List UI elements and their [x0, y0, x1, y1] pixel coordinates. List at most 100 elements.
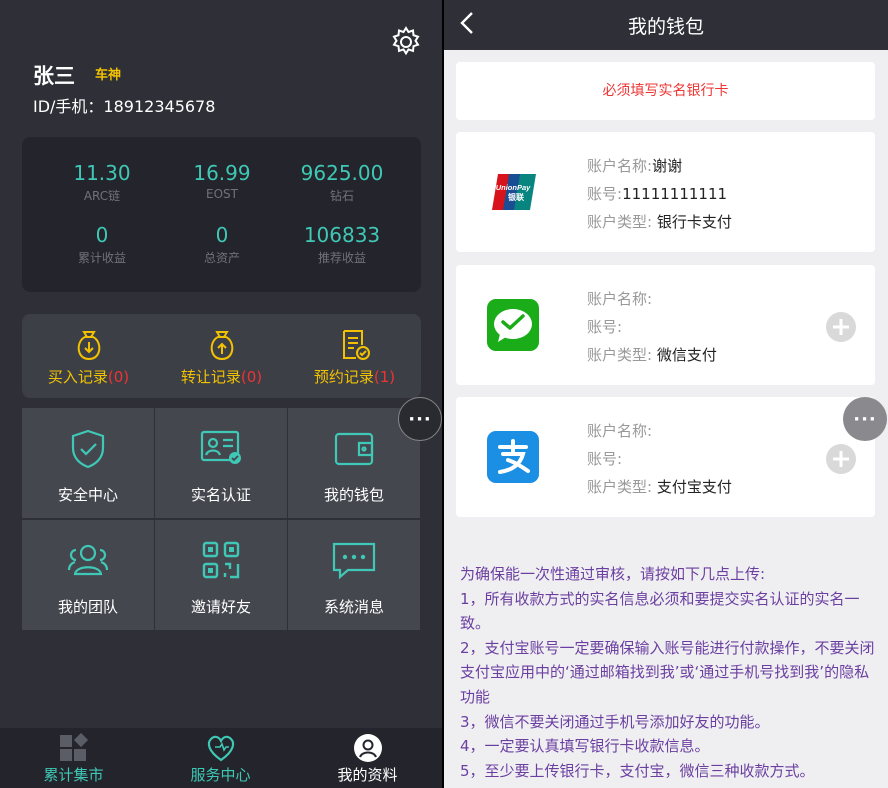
wechat-pay-logo: [487, 299, 539, 351]
stat-eost: 16.99 EOST: [162, 161, 282, 201]
stat-value: 9625.00: [300, 161, 384, 185]
svg-text:UnionPay: UnionPay: [496, 183, 531, 192]
transfer-records-button[interactable]: 转让记录(0): [155, 314, 288, 398]
instruction-line: 4，一定要认真填写银行卡收款信息。: [460, 737, 710, 756]
account-number-label: 账号:: [587, 318, 623, 336]
account-type-value: 支付宝支付: [656, 478, 732, 496]
bank-card-account[interactable]: UnionPay 银联 账户名称:谢谢 账号:11111111111 账户类型:…: [456, 132, 875, 252]
menu-label: 安全中心: [57, 486, 118, 504]
menu-label: 邀请好友: [190, 598, 251, 616]
wallet-header: 我的钱包: [444, 0, 888, 50]
stat-label: 累计收益: [77, 251, 126, 265]
alipay-account[interactable]: 账户名称: 账号: 账户类型: 支付宝支付: [456, 397, 875, 517]
user-name: 张三: [33, 64, 75, 88]
instruction-line: 3，微信不要关闭通过手机号添加好友的功能。: [460, 712, 770, 731]
account-number-label: 账号:: [587, 450, 623, 468]
wechat-pay-account[interactable]: 账户名称: 账号: 账户类型: 微信支付: [456, 265, 875, 385]
user-rank-badge: 车神: [95, 68, 122, 83]
stat-total-earnings: 0 累计收益: [42, 223, 162, 266]
add-icon[interactable]: [826, 312, 856, 342]
market-icon: [59, 733, 88, 761]
tab-service-center[interactable]: 服务中心: [147, 728, 294, 788]
profile-icon: [353, 734, 382, 762]
menu-system-messages[interactable]: 系统消息: [288, 520, 420, 630]
id-card-icon: [200, 430, 241, 464]
account-type-label: 账户类型:: [587, 213, 653, 231]
bottom-tab-bar: 累计集市 服务中心 我的资料: [0, 728, 442, 788]
menu-label: 我的团队: [57, 598, 118, 616]
menu-security-center[interactable]: 安全中心: [22, 408, 154, 518]
stat-value: 106833: [303, 223, 381, 247]
real-name-notice: 必须填写实名银行卡: [456, 62, 875, 120]
menu-label: 我的钱包: [323, 486, 384, 504]
money-bag-up-icon: [210, 331, 233, 361]
menu-my-team[interactable]: 我的团队: [22, 520, 154, 630]
record-count: (1): [373, 368, 396, 386]
menu-grid: 安全中心 实名认证 我的钱包 我的团队 邀请好友 系统消息: [22, 408, 421, 630]
team-icon: [67, 544, 109, 576]
stat-total-assets: 0 总资产: [162, 223, 282, 266]
more-dots-icon: ···: [408, 408, 432, 430]
reservation-records-button[interactable]: 预约记录(1): [288, 314, 421, 398]
more-dots-icon: ···: [853, 408, 877, 430]
stat-value: 0: [215, 223, 229, 247]
instruction-line: 为确保能一次性通过审核，请按如下几点上传:: [460, 565, 766, 583]
instruction-line: 5，至少要上传银行卡，支付宝，微信三种收款方式。: [460, 761, 815, 780]
menu-label: 系统消息: [323, 598, 384, 616]
stat-diamond: 9625.00 钻石: [282, 161, 402, 204]
gear-icon[interactable]: [389, 25, 423, 59]
account-number-value: 11111111111: [622, 185, 728, 203]
heart-icon: [207, 735, 234, 762]
user-id-phone: ID/手机：18912345678: [33, 97, 216, 116]
tab-my-profile[interactable]: 我的资料: [294, 728, 441, 788]
unionpay-logo: UnionPay 银联: [492, 174, 536, 210]
money-bag-down-icon: [77, 331, 100, 361]
record-count: (0): [107, 368, 130, 386]
stat-referral-earnings: 106833 推荐收益: [282, 223, 402, 266]
instruction-line: 2，支付宝账号一定要确保输入账号能进行付款操作，不要关闭支付宝应用中的‘通过邮箱…: [460, 638, 875, 706]
stat-label: ARC链: [83, 189, 121, 203]
stat-arc: 11.30 ARC链: [42, 161, 162, 204]
record-label: 买入记录: [47, 368, 108, 386]
stat-value: 11.30: [73, 161, 131, 185]
wallet-screen: 我的钱包 必须填写实名银行卡 UnionPay 银联 账户名称:谢谢 账号:11…: [444, 0, 888, 788]
page-title: 我的钱包: [627, 16, 704, 38]
upload-instructions: 为确保能一次性通过审核，请按如下几点上传: 1，所有收款方式的实名信息必须和要提…: [460, 562, 880, 783]
record-label: 转让记录: [180, 368, 241, 386]
menu-label: 实名认证: [190, 486, 251, 504]
account-name-label: 账户名称:: [587, 290, 653, 308]
chat-bubble-icon: [332, 542, 376, 580]
account-number-label: 账号:: [587, 185, 623, 203]
stats-panel: 11.30 ARC链 16.99 EOST 9625.00 钻石 0 累计收益 …: [22, 137, 421, 292]
instruction-line: 1，所有收款方式的实名信息必须和要提交实名认证的实名一致。: [460, 589, 860, 633]
shield-check-icon: [71, 429, 105, 469]
account-type-label: 账户类型:: [587, 478, 653, 496]
tab-label: 累计集市: [43, 766, 104, 784]
stat-value: 0: [95, 223, 109, 247]
buy-records-button[interactable]: 买入记录(0): [22, 314, 155, 398]
account-type-label: 账户类型:: [587, 346, 653, 364]
tab-label: 我的资料: [337, 766, 398, 784]
tab-label: 服务中心: [190, 766, 251, 784]
wallet-icon: [334, 432, 374, 466]
qr-code-icon: [202, 541, 240, 579]
stat-label: 推荐收益: [317, 251, 366, 265]
record-count: (0): [240, 368, 263, 386]
menu-real-name-auth[interactable]: 实名认证: [155, 408, 287, 518]
floating-more-button[interactable]: ···: [843, 397, 887, 441]
stat-label: 钻石: [329, 189, 354, 203]
account-name-value: 谢谢: [652, 157, 683, 175]
account-type-value: 微信支付: [656, 346, 717, 364]
alipay-logo: [487, 431, 539, 483]
add-icon[interactable]: [826, 444, 856, 474]
record-label: 预约记录: [313, 368, 374, 386]
profile-screen: 张三 车神 ID/手机：18912345678 11.30 ARC链 16.99…: [0, 0, 442, 788]
records-bar: 买入记录(0) 转让记录(0) 预约记录(1): [22, 314, 421, 398]
svg-text:银联: 银联: [507, 192, 524, 202]
tab-market[interactable]: 累计集市: [0, 728, 147, 788]
floating-more-button[interactable]: ···: [398, 397, 442, 441]
stat-label: EOST: [206, 187, 238, 201]
menu-invite-friends[interactable]: 邀请好友: [155, 520, 287, 630]
stat-label: 总资产: [203, 251, 240, 265]
account-type-value: 银行卡支付: [656, 213, 732, 231]
